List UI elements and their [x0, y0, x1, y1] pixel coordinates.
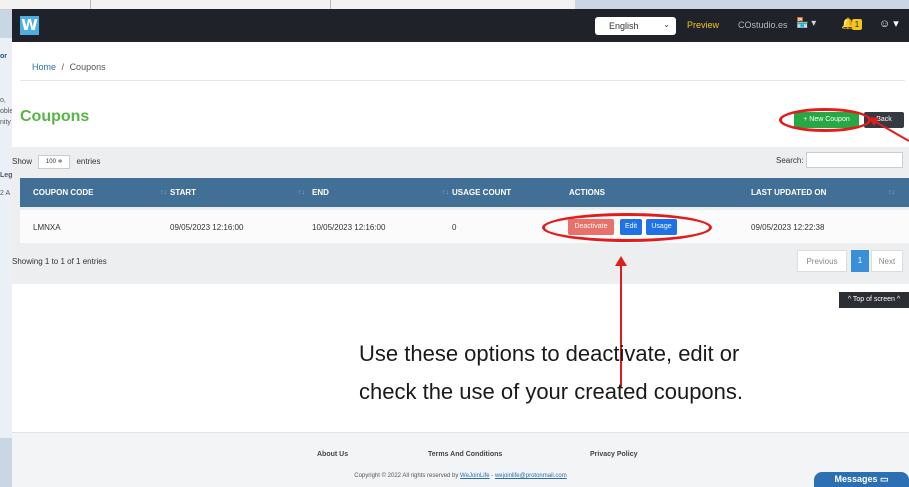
bg-fragment: Leg: [0, 172, 13, 179]
cell-end: 10/05/2023 12:16:00: [312, 223, 386, 232]
cell-last-updated: 09/05/2023 12:22:38: [751, 223, 825, 232]
app-window: W English ⌄ Preview COstudio.es 🏪 ▾ 🔔 1 …: [12, 9, 909, 487]
brand-logo[interactable]: W: [20, 16, 39, 35]
notification-badge: 1: [852, 19, 862, 30]
breadcrumb-current: Coupons: [69, 62, 106, 72]
search-label: Search:: [776, 156, 804, 165]
bg-fragment: nity: [0, 119, 11, 126]
table-row: LMNXA 09/05/2023 12:16:00 10/05/2023 12:…: [20, 210, 909, 243]
footer-terms-link[interactable]: Terms And Conditions: [428, 451, 502, 458]
column-header-coupon-code[interactable]: COUPON CODE: [33, 178, 93, 207]
column-header-end[interactable]: END: [312, 178, 329, 207]
background-window-sidebar: or o, oble nity Leg 2 A: [0, 38, 13, 438]
footer-about-link[interactable]: About Us: [317, 451, 348, 458]
sort-icon[interactable]: ↑↓: [160, 178, 167, 207]
breadcrumb: Home / Coupons: [32, 62, 106, 72]
annotation-line: Use these options to deactivate, edit or: [359, 341, 740, 366]
copyright-text: Copyright © 2022 All rights reserved by: [354, 473, 459, 479]
cell-coupon-code: LMNXA: [33, 223, 61, 232]
messages-button[interactable]: Messages ▭: [814, 472, 909, 487]
footer-privacy-link[interactable]: Privacy Policy: [590, 451, 637, 458]
entries-label: entries: [76, 157, 101, 167]
brand-link[interactable]: WeJoinLife: [460, 473, 490, 479]
pagination-previous[interactable]: Previous: [797, 250, 847, 272]
top-of-screen-button[interactable]: ^ Top of screen ^: [839, 292, 909, 308]
copyright-dash: -: [491, 473, 494, 479]
highlight-ellipse: [779, 108, 871, 132]
bg-fragment: 2 A: [0, 190, 11, 197]
divider: [20, 80, 905, 81]
column-header-usage-count[interactable]: USAGE COUNT: [452, 178, 511, 207]
page-title: Coupons: [20, 108, 90, 125]
annotation-arrow-head: [615, 256, 627, 266]
show-label: Show: [12, 157, 33, 167]
site-name[interactable]: COstudio.es: [738, 20, 788, 30]
email-link[interactable]: wejoinlife@protonmail.com: [495, 473, 567, 479]
entries-select[interactable]: 100 ≑: [38, 155, 71, 169]
search-input[interactable]: [806, 152, 903, 168]
store-icon[interactable]: 🏪 ▾: [796, 18, 816, 29]
column-header-last-updated[interactable]: LAST UPDATED ON: [751, 178, 826, 207]
pagination-info: Showing 1 to 1 of 1 entries: [12, 257, 107, 266]
language-select[interactable]: English ⌄: [595, 17, 676, 35]
sort-icon[interactable]: ↑↓: [298, 178, 305, 207]
top-navbar: W English ⌄ Preview COstudio.es 🏪 ▾ 🔔 1 …: [12, 9, 909, 42]
entries-control: Show 100 ≑ entries: [12, 155, 101, 169]
annotation-line: check the use of your created coupons.: [359, 379, 744, 404]
column-header-actions: ACTIONS: [569, 188, 605, 197]
bg-fragment: or: [0, 53, 7, 60]
language-value: English: [609, 21, 639, 31]
chevron-down-icon: ⌄: [663, 20, 670, 29]
chat-icon: ▭: [880, 474, 889, 484]
preview-link[interactable]: Preview: [687, 20, 719, 30]
cell-usage-count: 0: [452, 223, 457, 232]
pagination-page-1[interactable]: 1: [851, 250, 869, 272]
user-icon[interactable]: ☺ ▾: [879, 17, 899, 30]
messages-label: Messages: [834, 474, 878, 484]
bg-fragment: o,: [0, 97, 6, 104]
sort-icon[interactable]: ↑↓: [888, 178, 895, 207]
column-header-start[interactable]: START: [170, 178, 196, 207]
copyright: Copyright © 2022 All rights reserved by …: [12, 473, 909, 479]
pagination-next[interactable]: Next: [871, 250, 903, 272]
annotation-text: Use these options to deactivate, edit or…: [359, 335, 743, 411]
cell-start: 09/05/2023 12:16:00: [170, 223, 244, 232]
highlight-ellipse: [542, 213, 712, 242]
breadcrumb-separator: /: [61, 62, 65, 72]
sort-icon[interactable]: ↑↓: [442, 178, 449, 207]
table-header: COUPON CODE ↑↓ START ↑↓ END ↑↓ USAGE COU…: [20, 178, 909, 207]
breadcrumb-home[interactable]: Home: [32, 62, 56, 72]
